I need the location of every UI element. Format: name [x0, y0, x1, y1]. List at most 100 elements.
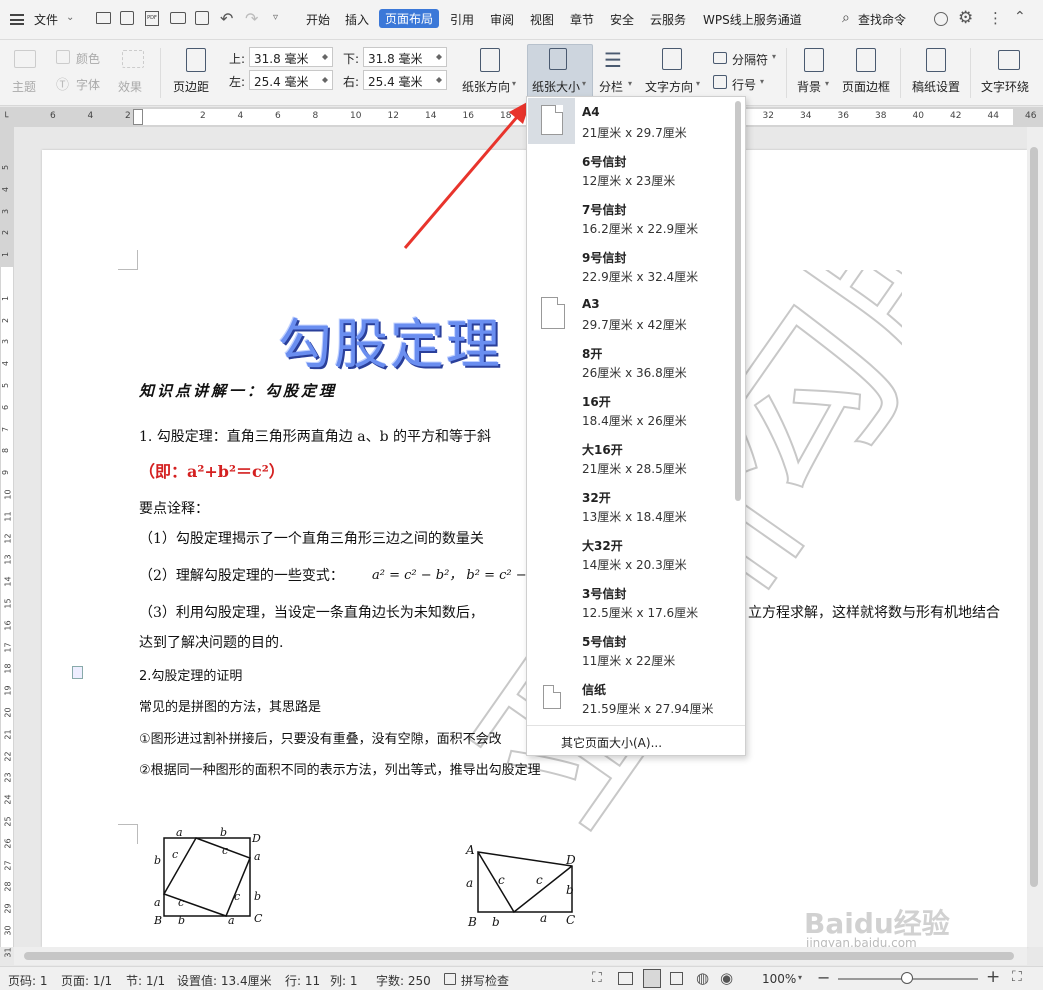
paper-size-option-letter[interactable]: 信纸 21.59厘米 x 27.94厘米 [527, 673, 737, 721]
breaks-icon[interactable] [713, 52, 727, 64]
vertical-ruler[interactable]: 5 4 3 2 1 1 2 3 4 5 6 7 8 9 10 11 12 13 14 15 16 17 18 19 20 21 22… [0, 127, 14, 957]
chevron-down-icon[interactable]: ⌄ [66, 12, 74, 23]
spell-check-icon[interactable] [444, 973, 456, 985]
theme-button[interactable]: 主题 [12, 78, 36, 95]
save-icon[interactable] [120, 11, 134, 25]
feedback-icon[interactable] [934, 12, 948, 26]
tab-home[interactable]: 开始 [306, 11, 330, 28]
tab-insert[interactable]: 插入 [345, 11, 369, 28]
redo-icon[interactable]: ↷ [245, 9, 258, 28]
manuscript-icon[interactable] [926, 48, 946, 72]
paper-size-option[interactable]: 9号信封 22.9厘米 x 32.4厘米 [527, 241, 737, 289]
zoom-slider-handle[interactable] [901, 972, 913, 984]
color-icon[interactable] [56, 50, 70, 64]
paper-size-option-a4[interactable]: A4 21厘米 x 29.7厘米 [527, 97, 737, 145]
paper-size-option[interactable]: 7号信封 16.2厘米 x 22.9厘米 [527, 193, 737, 241]
page-view-icon[interactable] [643, 969, 661, 988]
effect-icon[interactable] [122, 50, 144, 68]
paper-size-option[interactable]: 6号信封 12厘米 x 23厘米 [527, 145, 737, 193]
status-row[interactable]: 行: 11 [285, 972, 320, 989]
tab-cloud[interactable]: 云服务 [650, 11, 686, 28]
pdf-icon[interactable]: PDF [145, 11, 159, 26]
fit-page-icon[interactable]: ⛶ [1012, 969, 1022, 985]
web-view-icon[interactable]: ◍ [696, 969, 709, 987]
breaks-button[interactable]: 分隔符 [732, 51, 768, 68]
eye-protection-icon[interactable]: ◉ [720, 969, 733, 987]
paper-size-option[interactable]: 8开 26厘米 x 36.8厘米 [527, 337, 737, 385]
zoom-out-icon[interactable]: − [817, 968, 830, 987]
paper-size-option[interactable]: 大16开 21厘米 x 28.5厘米 [527, 433, 737, 481]
menu-icon[interactable] [10, 14, 24, 25]
zoom-dropdown-icon[interactable]: ▾ [798, 973, 802, 982]
outline-view-icon[interactable] [670, 972, 683, 985]
tab-references[interactable]: 引用 [450, 11, 474, 28]
text-wrap-button[interactable]: 文字环绕 [981, 78, 1029, 95]
tab-review[interactable]: 审阅 [490, 11, 514, 28]
horizontal-scrollbar[interactable] [14, 947, 1027, 965]
line-numbers-button[interactable]: 行号 [732, 76, 756, 93]
search-command[interactable]: 查找命令 [858, 11, 906, 28]
margins-button[interactable]: 页边距 [173, 78, 209, 95]
page-border-icon[interactable] [856, 48, 876, 72]
fullscreen-icon[interactable]: ⛶ [592, 970, 602, 986]
background-icon[interactable] [804, 48, 824, 72]
paper-size-option[interactable]: 大32开 14厘米 x 20.3厘米 [527, 529, 737, 577]
status-col[interactable]: 列: 1 [330, 972, 358, 989]
tab-view[interactable]: 视图 [530, 11, 554, 28]
font-button[interactable]: 字体 [76, 76, 100, 93]
tab-security[interactable]: 安全 [610, 11, 634, 28]
manuscript-button[interactable]: 稿纸设置 [912, 78, 960, 95]
tab-wps-online[interactable]: WPS线上服务通道 [703, 11, 802, 28]
scroll-thumb[interactable] [1030, 147, 1038, 887]
text-direction-icon[interactable] [662, 48, 682, 70]
more-page-sizes[interactable]: 其它页面大小(A)... [561, 734, 662, 751]
color-button[interactable]: 颜色 [76, 50, 100, 67]
undo-icon[interactable]: ↶ [220, 9, 233, 28]
paper-size-option[interactable]: 32开 13厘米 x 18.4厘米 [527, 481, 737, 529]
paper-size-option[interactable]: 5号信封 11厘米 x 22厘米 [527, 625, 737, 673]
tab-chapter[interactable]: 章节 [570, 11, 594, 28]
text-direction-button[interactable]: 文字方向 [645, 78, 693, 95]
gear-icon[interactable]: ⚙ [958, 8, 973, 28]
margins-icon[interactable] [186, 48, 206, 72]
status-words[interactable]: 字数: 250 [376, 972, 431, 989]
status-setting[interactable]: 设置值: 13.4厘米 [177, 972, 272, 989]
tab-page-layout[interactable]: 页面布局 [379, 9, 440, 28]
dropdown-scrollbar[interactable] [735, 101, 741, 501]
scroll-thumb[interactable] [24, 952, 1014, 960]
theme-icon[interactable] [14, 50, 36, 68]
effect-button[interactable]: 效果 [118, 78, 142, 95]
customize-icon[interactable]: ▿ [273, 12, 278, 23]
vertical-scrollbar[interactable] [1027, 127, 1043, 947]
read-mode-icon[interactable] [618, 972, 633, 985]
orientation-icon[interactable] [480, 48, 500, 72]
font-icon[interactable]: Ⓣ [56, 74, 69, 93]
right-margin-input[interactable]: 25.4 毫米 [363, 70, 447, 90]
status-page[interactable]: 页码: 1 [8, 972, 48, 989]
bottom-margin-input[interactable]: 31.8 毫米 [363, 47, 447, 67]
columns-button[interactable]: 分栏 [599, 78, 623, 95]
background-button[interactable]: 背景 [797, 78, 821, 95]
columns-icon[interactable]: ☰ [604, 48, 622, 72]
page-border-button[interactable]: 页面边框 [842, 78, 890, 95]
top-margin-input[interactable]: 31.8 毫米 [249, 47, 333, 67]
status-pages[interactable]: 页面: 1/1 [61, 972, 112, 989]
zoom-level[interactable]: 100% [762, 972, 796, 986]
print-icon[interactable] [170, 12, 186, 24]
line-numbers-icon[interactable] [713, 75, 727, 89]
left-margin-input[interactable]: 25.4 毫米 [249, 70, 333, 90]
more-icon[interactable]: ⋮ [988, 9, 1003, 27]
paragraph-mark-icon[interactable] [72, 666, 83, 679]
text-wrap-icon[interactable] [998, 50, 1020, 70]
spell-check[interactable]: 拼写检查 [461, 972, 509, 989]
search-icon[interactable]: ⌕ [842, 10, 850, 26]
folder-icon[interactable] [96, 12, 111, 24]
print-preview-icon[interactable] [195, 11, 209, 25]
paper-size-option[interactable]: 3号信封 12.5厘米 x 17.6厘米 [527, 577, 737, 625]
zoom-in-icon[interactable]: + [986, 967, 1000, 987]
status-section[interactable]: 节: 1/1 [126, 972, 165, 989]
indent-marker[interactable] [133, 109, 143, 125]
paper-size-option[interactable]: 16开 18.4厘米 x 26厘米 [527, 385, 737, 433]
paper-size-option-a3[interactable]: A3 29.7厘米 x 42厘米 [527, 289, 737, 337]
collapse-ribbon-icon[interactable]: ⌃ [1014, 9, 1026, 25]
